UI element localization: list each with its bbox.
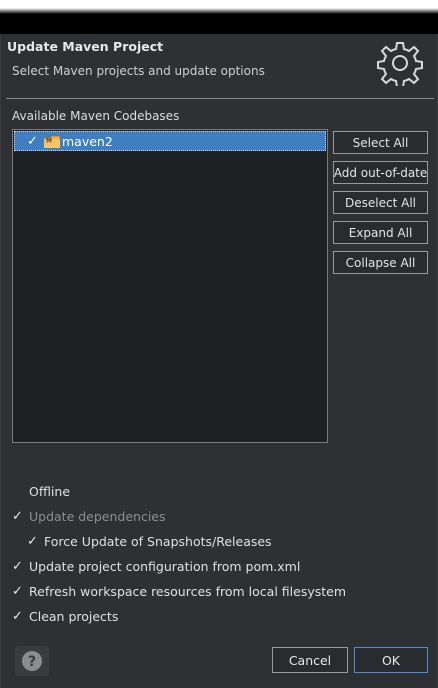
svg-text:M: M <box>46 137 52 144</box>
update-dependencies-checkbox: ✓ Update dependencies <box>12 507 166 525</box>
clean-projects-label: Clean projects <box>29 608 119 624</box>
refresh-workspace-label: Refresh workspace resources from local f… <box>29 583 347 599</box>
offline-checkbox[interactable]: Offline <box>12 482 70 500</box>
collapse-all-button[interactable]: Collapse All <box>333 251 428 274</box>
maven-folder-icon: M <box>44 135 60 148</box>
update-dependencies-label: Update dependencies <box>29 508 166 524</box>
dialog-header: Update Maven Project Select Maven projec… <box>1 34 437 98</box>
codebases-label: Available Maven Codebases <box>12 109 180 123</box>
force-update-label: Force Update of Snapshots/Releases <box>44 533 272 549</box>
deselect-all-button[interactable]: Deselect All <box>333 191 428 214</box>
check-icon: ✓ <box>12 508 23 524</box>
check-icon[interactable]: ✓ <box>12 584 26 599</box>
help-icon: ? <box>22 651 42 671</box>
refresh-workspace-checkbox[interactable]: ✓ Refresh workspace resources from local… <box>12 582 346 600</box>
update-maven-project-dialog: Update Maven Project Select Maven projec… <box>0 34 438 688</box>
dialog-subtitle: Select Maven projects and update options <box>12 64 265 78</box>
update-config-checkbox[interactable]: ✓ Update project configuration from pom.… <box>12 557 300 575</box>
select-all-button[interactable]: Select All <box>333 131 428 154</box>
tree-item-maven2[interactable]: ✓ M maven2 <box>14 131 326 151</box>
codebases-tree[interactable]: ✓ M maven2 <box>12 129 328 443</box>
gear-icon <box>377 42 423 86</box>
add-out-of-date-button[interactable]: Add out-of-date <box>333 161 428 184</box>
check-icon[interactable]: ✓ <box>12 609 26 624</box>
check-icon[interactable]: ✓ <box>12 559 26 574</box>
cancel-button[interactable]: Cancel <box>272 647 348 673</box>
window-top-edge <box>0 0 438 34</box>
ok-button[interactable]: OK <box>354 647 428 673</box>
dialog-title: Update Maven Project <box>7 39 164 54</box>
force-update-checkbox[interactable]: ✓ Force Update of Snapshots/Releases <box>27 532 272 550</box>
check-icon[interactable]: ✓ <box>27 534 41 549</box>
offline-label: Offline <box>29 483 71 499</box>
help-button[interactable]: ? <box>15 646 49 676</box>
check-icon[interactable]: ✓ <box>27 134 41 149</box>
header-separator <box>6 98 434 99</box>
clean-projects-checkbox[interactable]: ✓ Clean projects <box>12 607 118 625</box>
update-config-label: Update project configuration from pom.xm… <box>29 558 301 574</box>
svg-text:?: ? <box>28 654 36 670</box>
tree-item-label: maven2 <box>62 133 113 149</box>
expand-all-button[interactable]: Expand All <box>333 221 428 244</box>
